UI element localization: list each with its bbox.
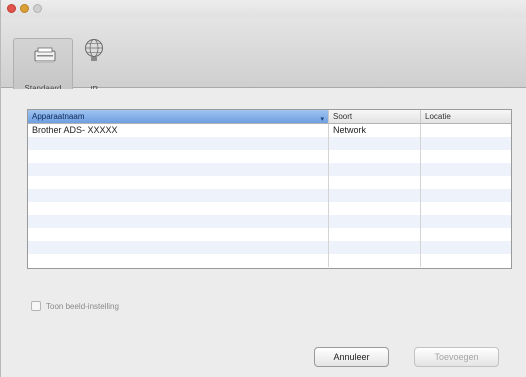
cell-location — [421, 215, 511, 228]
cell-location — [421, 124, 511, 137]
table-row[interactable] — [28, 150, 511, 163]
table-body: Brother ADS- XXXXX Network — [28, 124, 511, 267]
column-header-location[interactable]: Locatie — [421, 110, 511, 124]
column-header-device-name[interactable]: Apparaatnaam ▾ — [28, 110, 329, 124]
zoom-window-icon[interactable] — [33, 4, 42, 13]
table-row[interactable] — [28, 241, 511, 254]
cell-device-name — [28, 137, 329, 150]
table-row[interactable] — [28, 137, 511, 150]
cell-type — [329, 241, 421, 254]
close-window-icon[interactable] — [7, 4, 16, 13]
column-header-label: Soort — [333, 112, 353, 121]
cell-device-name — [28, 163, 329, 176]
table-row[interactable] — [28, 228, 511, 241]
cell-device-name — [28, 189, 329, 202]
add-button[interactable]: Toevoegen — [414, 347, 499, 367]
cell-device-name — [28, 202, 329, 215]
toolbar: Standaard IP — [1, 18, 526, 98]
device-table: Apparaatnaam ▾ Soort Locatie Brother ADS… — [27, 109, 512, 269]
cell-location — [421, 202, 511, 215]
cell-location — [421, 150, 511, 163]
cell-type — [329, 228, 421, 241]
cell-type — [329, 202, 421, 215]
cell-location — [421, 189, 511, 202]
cell-type — [329, 137, 421, 150]
scanner-icon — [34, 47, 56, 63]
table-header: Apparaatnaam ▾ Soort Locatie — [28, 110, 511, 124]
column-header-label: Locatie — [425, 112, 451, 121]
title-bar — [1, 0, 526, 18]
cell-device-name — [28, 228, 329, 241]
cell-device-name — [28, 215, 329, 228]
table-row[interactable]: Brother ADS- XXXXX Network — [28, 124, 511, 137]
add-scanner-window: Standaard IP Apparaatnaam ▾ Soort — [0, 0, 526, 377]
column-header-type[interactable]: Soort — [329, 110, 421, 124]
show-image-settings-option[interactable]: Toon beeld-instelling — [31, 299, 119, 313]
cancel-button[interactable]: Annuleer — [314, 347, 389, 367]
content-area: Apparaatnaam ▾ Soort Locatie Brother ADS… — [1, 89, 526, 377]
cell-type — [329, 254, 421, 267]
globe-icon — [85, 39, 103, 61]
cell-type — [329, 189, 421, 202]
cell-device-name — [28, 241, 329, 254]
cell-type: Network — [329, 124, 421, 137]
cell-location — [421, 241, 511, 254]
cell-device-name — [28, 254, 329, 267]
table-row[interactable] — [28, 176, 511, 189]
cell-location — [421, 176, 511, 189]
table-row[interactable] — [28, 202, 511, 215]
show-image-settings-checkbox[interactable] — [31, 301, 41, 311]
cell-device-name — [28, 150, 329, 163]
cell-type — [329, 150, 421, 163]
cell-location — [421, 228, 511, 241]
minimize-window-icon[interactable] — [20, 4, 29, 13]
cell-type — [329, 215, 421, 228]
table-row[interactable] — [28, 254, 511, 267]
cell-location — [421, 254, 511, 267]
cell-type — [329, 163, 421, 176]
cell-location — [421, 163, 511, 176]
cell-location — [421, 137, 511, 150]
cell-device-name: Brother ADS- XXXXX — [28, 124, 329, 137]
cell-type — [329, 176, 421, 189]
cell-device-name — [28, 176, 329, 189]
checkbox-label: Toon beeld-instelling — [46, 301, 119, 311]
column-header-label: Apparaatnaam — [32, 112, 85, 121]
table-row[interactable] — [28, 215, 511, 228]
table-row[interactable] — [28, 189, 511, 202]
table-row[interactable] — [28, 163, 511, 176]
